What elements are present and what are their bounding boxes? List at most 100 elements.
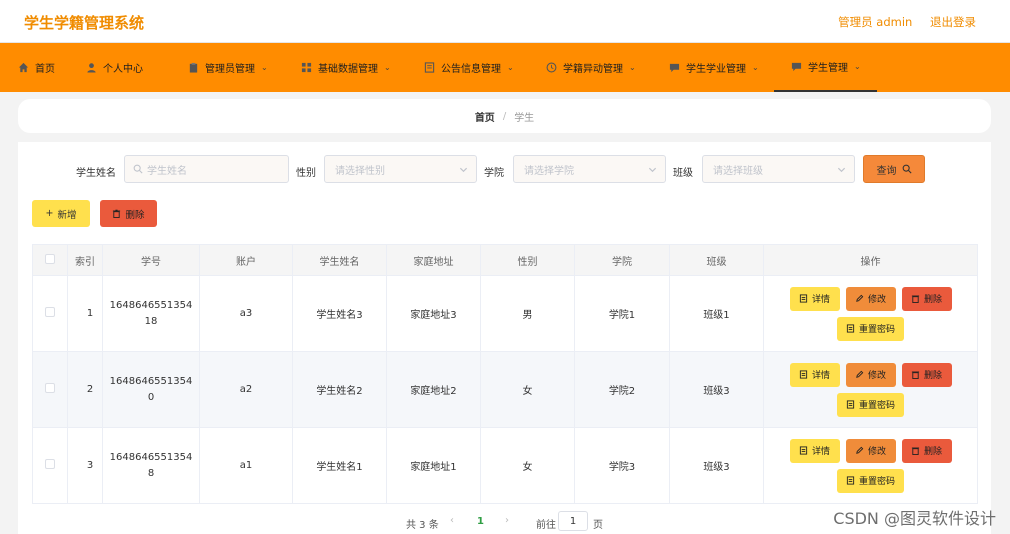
pagination-goto-input[interactable] xyxy=(558,511,588,531)
batch-delete-label: 删除 xyxy=(125,209,145,221)
college-label: 学院 xyxy=(484,168,504,179)
header-index: 索引 xyxy=(67,244,103,276)
pencil-icon xyxy=(856,370,864,378)
chevron-left-icon[interactable]: ‹ xyxy=(450,515,454,526)
row-index: 2 xyxy=(67,351,103,428)
nav-item-announcement[interactable]: 公告信息管理 ⌄ xyxy=(424,43,514,92)
nav-label-personal-center: 个人中心 xyxy=(103,64,143,75)
nav-label-admin-management: 管理员管理 xyxy=(205,64,255,75)
detail-button[interactable]: 详情 xyxy=(789,286,840,311)
college-select[interactable]: 请选择学院 xyxy=(513,155,666,183)
detail-label: 详情 xyxy=(811,371,830,381)
logout-link[interactable]: 退出登录 xyxy=(930,15,976,29)
header-address: 家庭地址 xyxy=(386,244,481,276)
nav-item-personal-center[interactable]: 个人中心 xyxy=(86,43,143,92)
query-button[interactable]: 查询 xyxy=(863,155,925,183)
nav-label-status-change: 学籍异动管理 xyxy=(563,64,623,75)
admin-user-link[interactable]: 管理员 admin xyxy=(838,15,912,29)
chevron-down-icon: ⌄ xyxy=(629,63,636,72)
nav-label-home: 首页 xyxy=(35,64,55,75)
chevron-down-icon: ⌄ xyxy=(854,62,861,71)
add-button[interactable]: + 新增 xyxy=(32,200,90,227)
nav-item-admin-management[interactable]: 管理员管理 ⌄ xyxy=(188,43,268,92)
nav-item-academic[interactable]: 学生学业管理 ⌄ xyxy=(669,43,759,92)
row-checkbox[interactable] xyxy=(45,459,55,469)
nav-item-student-management[interactable]: 学生管理 ⌄ xyxy=(774,43,877,92)
gender-label: 性别 xyxy=(296,168,316,179)
class-select[interactable]: 请选择班级 xyxy=(702,155,855,183)
row-name: 学生姓名2 xyxy=(292,351,387,428)
header-actions: 操作 xyxy=(763,244,978,276)
search-icon xyxy=(133,164,143,174)
nav-item-status-change[interactable]: 学籍异动管理 ⌄ xyxy=(546,43,636,92)
document-icon xyxy=(799,370,808,379)
delete-button[interactable]: 删除 xyxy=(901,286,952,311)
select-all-checkbox[interactable] xyxy=(45,253,55,264)
row-checkbox[interactable] xyxy=(45,307,55,317)
reset-password-label: 重置密码 xyxy=(858,325,895,335)
chevron-down-icon: ⌄ xyxy=(752,63,759,72)
chevron-down-icon: ⌄ xyxy=(261,63,268,72)
app-title: 学生学籍管理系统 xyxy=(24,14,145,32)
row-account: a1 xyxy=(199,427,293,504)
row-actions-cell: 详情 修改 删除 重置密码 xyxy=(763,275,978,352)
reset-password-label: 重置密码 xyxy=(858,477,895,487)
row-college: 学院2 xyxy=(574,351,670,428)
delete-button[interactable]: 删除 xyxy=(901,362,952,387)
reset-password-button[interactable]: 重置密码 xyxy=(837,468,904,493)
document-icon xyxy=(799,446,808,455)
reset-password-button[interactable]: 重置密码 xyxy=(837,392,904,417)
pencil-icon xyxy=(856,446,864,454)
edit-label: 修改 xyxy=(867,295,886,305)
breadcrumb: 首页 / 学生 xyxy=(18,99,991,133)
row-checkbox[interactable] xyxy=(45,383,55,393)
pagination-page-suffix: 页 xyxy=(593,520,603,531)
row-student-no: 16486465513548 xyxy=(102,427,200,504)
pagination-total: 共 3 条 xyxy=(406,520,439,531)
header-user-area: 管理员 admin 退出登录 xyxy=(824,14,976,30)
gender-select[interactable]: 请选择性别 xyxy=(324,155,477,183)
student-name-placeholder: 学生姓名 xyxy=(147,165,187,177)
row-index: 3 xyxy=(67,427,103,504)
nav-label-basic-data: 基础数据管理 xyxy=(318,64,378,75)
table-row: 3 16486465513548 a1 学生姓名1 家庭地址1 女 学院3 班级… xyxy=(32,427,978,504)
pagination-page-number[interactable]: 1 xyxy=(477,516,484,527)
row-name: 学生姓名1 xyxy=(292,427,387,504)
row-actions: 详情 修改 删除 重置密码 xyxy=(786,362,956,417)
detail-label: 详情 xyxy=(811,295,830,305)
document-icon xyxy=(424,62,435,73)
detail-button[interactable]: 详情 xyxy=(789,438,840,463)
nav-item-home[interactable]: 首页 xyxy=(18,43,55,92)
student-table: 索引 学号 账户 学生姓名 家庭地址 性别 学院 班级 操作 1 1648646… xyxy=(32,244,978,504)
edit-button[interactable]: 修改 xyxy=(845,362,896,387)
chevron-down-icon xyxy=(837,165,846,177)
nav-item-basic-data[interactable]: 基础数据管理 ⌄ xyxy=(301,43,391,92)
row-select-cell xyxy=(32,275,68,352)
query-button-label: 查询 xyxy=(876,165,897,177)
class-label: 班级 xyxy=(673,168,693,179)
delete-button[interactable]: 删除 xyxy=(901,438,952,463)
chevron-down-icon xyxy=(459,165,468,177)
clock-icon xyxy=(546,62,557,73)
main-nav: 首页 个人中心 管理员管理 ⌄ 基础数据管理 ⌄ 公告信息管理 ⌄ 学籍异动管理… xyxy=(0,43,1010,92)
header-name: 学生姓名 xyxy=(292,244,387,276)
reset-password-label: 重置密码 xyxy=(858,401,895,411)
student-name-input[interactable]: 学生姓名 xyxy=(124,155,289,183)
row-actions-cell: 详情 修改 删除 重置密码 xyxy=(763,427,978,504)
breadcrumb-separator: / xyxy=(502,110,507,122)
clipboard-icon xyxy=(188,62,199,73)
header-college: 学院 xyxy=(574,244,670,276)
class-placeholder: 请选择班级 xyxy=(713,165,763,177)
detail-button[interactable]: 详情 xyxy=(789,362,840,387)
row-account: a3 xyxy=(199,275,293,352)
chevron-right-icon[interactable]: › xyxy=(505,515,509,526)
header-class: 班级 xyxy=(669,244,764,276)
batch-delete-button[interactable]: 删除 xyxy=(100,200,157,227)
chevron-down-icon xyxy=(648,165,657,177)
breadcrumb-home[interactable]: 首页 xyxy=(475,109,495,124)
reset-password-button[interactable]: 重置密码 xyxy=(837,316,904,341)
student-name-label: 学生姓名 xyxy=(76,168,116,179)
row-address: 家庭地址3 xyxy=(386,275,481,352)
edit-button[interactable]: 修改 xyxy=(845,286,896,311)
edit-button[interactable]: 修改 xyxy=(845,438,896,463)
